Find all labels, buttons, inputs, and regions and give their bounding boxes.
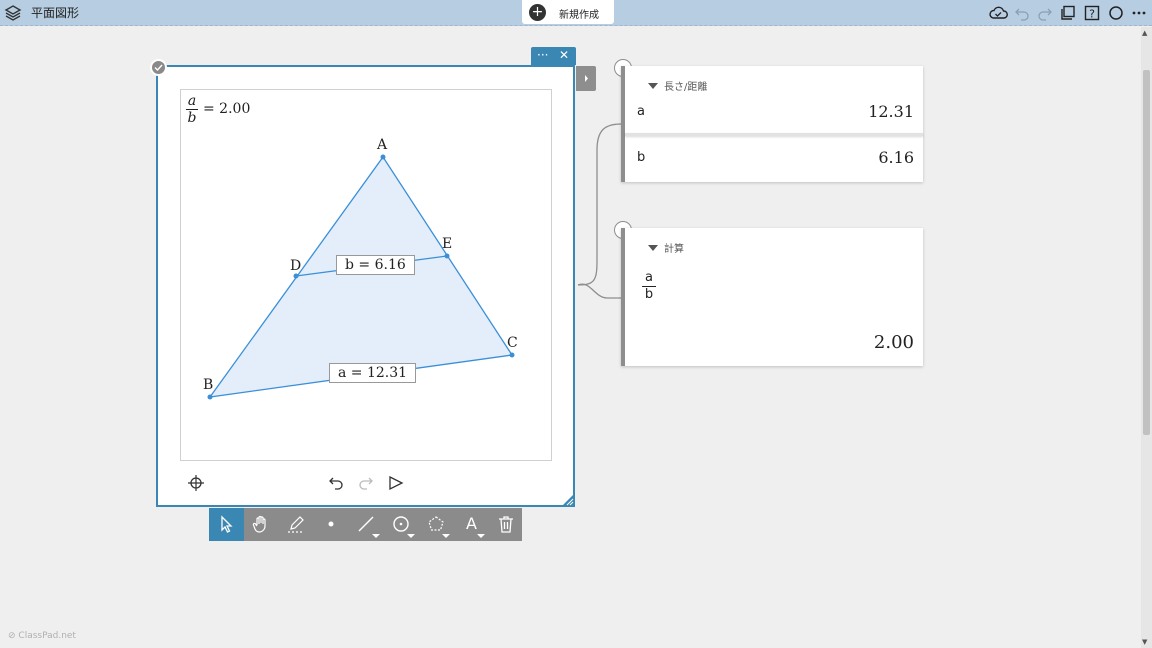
label-e[interactable]: E	[442, 236, 452, 252]
cloud-icon[interactable]	[987, 4, 1009, 22]
new-document-label: 新規作成	[559, 10, 599, 21]
length-row-a-value: 12.31	[868, 102, 914, 121]
point-icon	[328, 521, 334, 527]
length-row-b-label: b	[637, 150, 646, 165]
line-dropdown-icon	[372, 534, 380, 538]
triangle-figure[interactable]	[180, 89, 552, 461]
polygon-dropdown-icon	[442, 534, 450, 538]
copy-icon[interactable]	[1059, 4, 1077, 22]
triangle-abc	[208, 155, 514, 398]
footer-brand: ⊘ ClassPad.net	[8, 631, 76, 641]
collapse-caret-icon[interactable]	[648, 245, 658, 251]
undo-icon[interactable]	[1013, 4, 1031, 22]
card-close-button[interactable]: ✕	[559, 48, 569, 62]
resize-handle-icon[interactable]	[562, 494, 574, 506]
more-icon[interactable]	[1130, 4, 1148, 22]
top-bar: 平面図形 + 新規作成 ?	[0, 0, 1152, 26]
text-tool-button[interactable]: A	[454, 508, 489, 541]
layers-icon[interactable]	[4, 4, 22, 22]
pan-tool-button[interactable]	[244, 508, 279, 541]
length-card-title: 長さ/距離	[664, 82, 708, 93]
card-menu-bar: ··· ✕	[531, 47, 576, 65]
label-a[interactable]: A	[377, 137, 387, 153]
expand-panel-button[interactable]	[576, 66, 596, 91]
length-card-header[interactable]: 長さ/距離	[648, 78, 707, 93]
calc-result: 2.00	[873, 332, 914, 353]
measure-a-label[interactable]: a = 12.31	[329, 363, 417, 383]
trash-icon	[499, 516, 513, 533]
card-more-button[interactable]: ···	[537, 48, 548, 62]
circle-dropdown-icon	[407, 534, 415, 538]
scroll-down-icon[interactable]: ▼	[1142, 638, 1147, 646]
length-card[interactable]: 長さ/距離 a 12.31 b 6.16	[621, 66, 923, 182]
measure-b-label[interactable]: b = 6.16	[336, 255, 415, 275]
label-b[interactable]: B	[203, 377, 213, 393]
collapse-caret-icon[interactable]	[648, 83, 658, 89]
row-divider	[625, 133, 923, 136]
calc-card-title: 計算	[664, 244, 684, 255]
calc-denominator: b	[644, 287, 654, 302]
calc-card-header[interactable]: 計算	[648, 240, 684, 255]
length-row-b-value: 6.16	[878, 148, 914, 167]
redo-icon[interactable]	[1036, 4, 1054, 22]
play-icon[interactable]	[387, 474, 405, 492]
plus-icon: +	[529, 4, 546, 21]
footer-label: ClassPad.net	[18, 631, 76, 641]
new-document-button[interactable]: + 新規作成	[522, 0, 614, 24]
length-row-a-label: a	[637, 104, 645, 119]
text-tool-label: A	[466, 514, 477, 533]
line-tool-button[interactable]	[349, 508, 384, 541]
point-d	[293, 273, 299, 279]
help-icon[interactable]: ?	[1083, 4, 1101, 22]
text-dropdown-icon	[477, 534, 485, 538]
crosshair-icon[interactable]	[187, 474, 205, 492]
scrollbar-thumb[interactable]	[1143, 70, 1150, 435]
circle-tool-button[interactable]	[384, 508, 419, 541]
point-a	[380, 154, 386, 160]
pointer-icon	[221, 515, 233, 533]
line-icon	[358, 516, 374, 532]
polygon-tool-button[interactable]	[419, 508, 454, 541]
card-undo-icon[interactable]	[327, 474, 345, 492]
label-d[interactable]: D	[290, 258, 301, 274]
select-check-icon[interactable]	[150, 59, 167, 76]
drawing-toolbar: A	[209, 508, 522, 541]
point-b	[207, 394, 213, 400]
svg-text:?: ?	[1089, 8, 1095, 21]
link-icon: ⊘	[8, 631, 19, 641]
pen-tool-button[interactable]	[279, 508, 314, 541]
delete-tool-button[interactable]	[489, 508, 524, 541]
calc-numerator: a	[642, 270, 656, 287]
card-redo-icon[interactable]	[357, 474, 375, 492]
select-tool-button[interactable]	[209, 508, 244, 541]
circle-icon[interactable]	[1107, 4, 1125, 22]
calc-fraction[interactable]: a b	[642, 270, 656, 303]
point-c	[509, 352, 515, 358]
scroll-up-icon[interactable]: ▲	[1142, 29, 1147, 37]
vertical-scrollbar[interactable]: ▲ ▼	[1141, 27, 1152, 648]
connector-lines	[577, 123, 622, 299]
pen-icon	[288, 516, 304, 533]
calc-card[interactable]: 計算 a b 2.00	[621, 228, 923, 366]
polygon-icon	[428, 516, 444, 531]
point-tool-button[interactable]	[314, 508, 349, 541]
document-title[interactable]: 平面図形	[31, 4, 79, 21]
circle-tool-icon	[393, 516, 409, 532]
hand-icon	[252, 515, 266, 533]
label-c[interactable]: C	[507, 335, 518, 351]
point-e	[444, 253, 450, 259]
